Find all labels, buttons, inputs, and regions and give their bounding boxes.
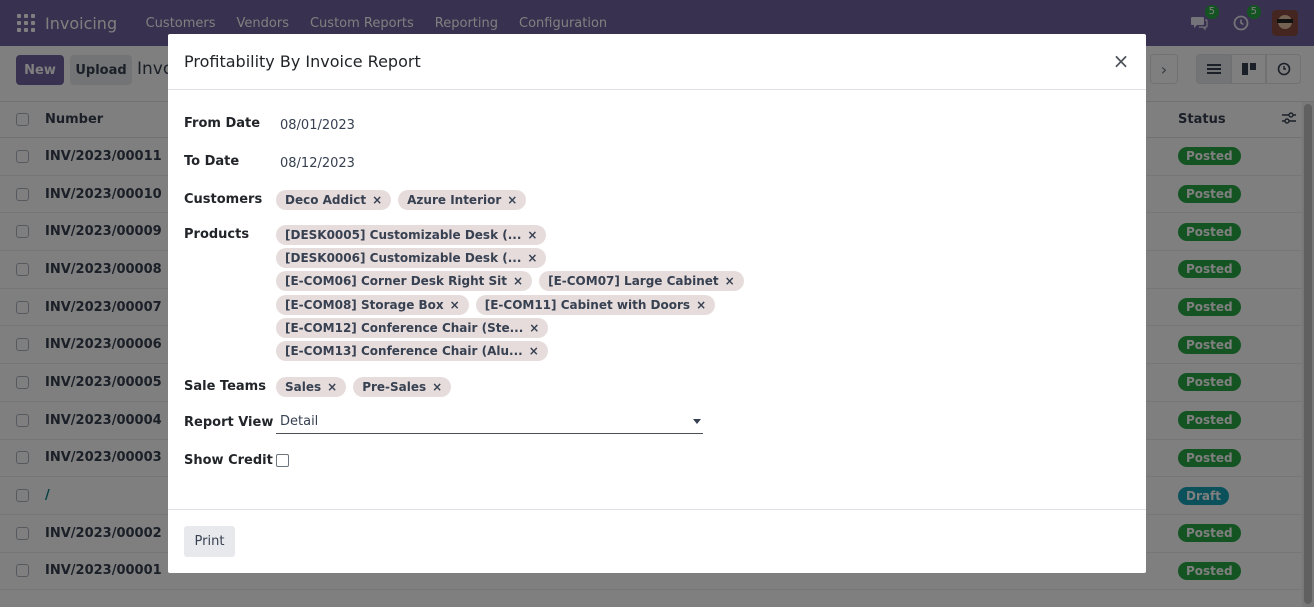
product-tag: [E-COM11] Cabinet with Doors ×	[475, 295, 716, 315]
product-tag-label: [E-COM08] Storage Box	[285, 298, 444, 312]
show-credit-checkbox[interactable]	[276, 454, 289, 467]
products-tag-row: [DESK0005] Customizable Desk (... ×	[276, 225, 553, 245]
remove-tag-icon[interactable]: ×	[696, 298, 706, 312]
sale-team-tag: Sales ×	[276, 377, 347, 397]
product-tag: [E-COM12] Conference Chair (Ste... ×	[276, 318, 549, 338]
products-label: Products	[184, 227, 250, 242]
dialog-body: From Date 08/01/2023 To Date 08/12/2023 …	[168, 90, 1146, 509]
remove-tag-icon[interactable]: ×	[725, 274, 735, 288]
products-tag-row: [E-COM13] Conference Chair (Alu... ×	[276, 341, 555, 361]
customer-tag: Deco Addict ×	[276, 190, 392, 210]
products-tag-row: [DESK0006] Customizable Desk (... ×	[276, 248, 553, 268]
remove-tag-icon[interactable]: ×	[450, 298, 460, 312]
customers-label: Customers	[184, 192, 263, 207]
product-tag-label: [E-COM11] Cabinet with Doors	[484, 298, 691, 312]
sale-team-tag-label: Pre-Sales	[362, 380, 427, 394]
product-tag-label: [E-COM13] Conference Chair (Alu...	[285, 344, 523, 358]
products-tag-row: [E-COM08] Storage Box × [E-COM11] Cabinet …	[276, 295, 722, 315]
product-tag: [E-COM07] Large Cabinet ×	[539, 271, 744, 291]
report-view-label: Report View	[184, 415, 274, 430]
product-tag: [E-COM06] Corner Desk Right Sit ×	[276, 271, 533, 291]
sale-team-tag: Pre-Sales ×	[353, 377, 452, 397]
to-date-field[interactable]: 08/12/2023	[280, 156, 355, 171]
remove-tag-icon[interactable]: ×	[432, 380, 442, 394]
dialog-footer: Print	[168, 509, 1146, 573]
customer-tag-label: Deco Addict	[285, 193, 367, 207]
close-icon[interactable]: ×	[1110, 49, 1132, 73]
remove-tag-icon[interactable]: ×	[529, 321, 539, 335]
customers-tags: Deco Addict × Azure Interior ×	[276, 190, 533, 210]
remove-tag-icon[interactable]: ×	[513, 274, 523, 288]
remove-tag-icon[interactable]: ×	[372, 193, 382, 207]
product-tag-label: [E-COM06] Corner Desk Right Sit	[285, 274, 508, 288]
product-tag-label: [DESK0005] Customizable Desk (...	[285, 228, 522, 242]
sale-teams-tags: Sales × Pre-Sales ×	[276, 377, 458, 397]
products-tag-row: [E-COM12] Conference Chair (Ste... ×	[276, 318, 555, 338]
product-tag-label: [DESK0006] Customizable Desk (...	[285, 251, 522, 265]
caret-down-icon	[693, 419, 701, 424]
dialog-title: Profitability By Invoice Report	[184, 52, 421, 71]
print-button[interactable]: Print	[184, 526, 235, 557]
remove-tag-icon[interactable]: ×	[527, 251, 537, 265]
remove-tag-icon[interactable]: ×	[527, 228, 537, 242]
from-date-field[interactable]: 08/01/2023	[280, 118, 355, 133]
product-tag-label: [E-COM12] Conference Chair (Ste...	[285, 321, 524, 335]
products-tag-row: [E-COM06] Corner Desk Right Sit × [E-COM07…	[276, 271, 751, 291]
sale-team-tag-label: Sales	[285, 380, 322, 394]
remove-tag-icon[interactable]: ×	[529, 344, 539, 358]
report-view-select[interactable]: Detail	[276, 410, 703, 434]
product-tag: [E-COM13] Conference Chair (Alu... ×	[276, 341, 548, 361]
report-dialog: Profitability By Invoice Report × From D…	[168, 34, 1146, 573]
sale-teams-label: Sale Teams	[184, 379, 266, 394]
to-date-label: To Date	[184, 154, 240, 169]
product-tag: [DESK0006] Customizable Desk (... ×	[276, 248, 547, 268]
from-date-label: From Date	[184, 116, 261, 131]
report-view-value: Detail	[280, 414, 319, 429]
customer-tag: Azure Interior ×	[398, 190, 527, 210]
remove-tag-icon[interactable]: ×	[327, 380, 337, 394]
customer-tag-label: Azure Interior	[407, 193, 502, 207]
product-tag-label: [E-COM07] Large Cabinet	[548, 274, 719, 288]
remove-tag-icon[interactable]: ×	[507, 193, 517, 207]
product-tag: [DESK0005] Customizable Desk (... ×	[276, 225, 547, 245]
dialog-header: Profitability By Invoice Report ×	[168, 34, 1146, 90]
product-tag: [E-COM08] Storage Box ×	[276, 295, 469, 315]
show-credit-label: Show Credit	[184, 453, 273, 468]
